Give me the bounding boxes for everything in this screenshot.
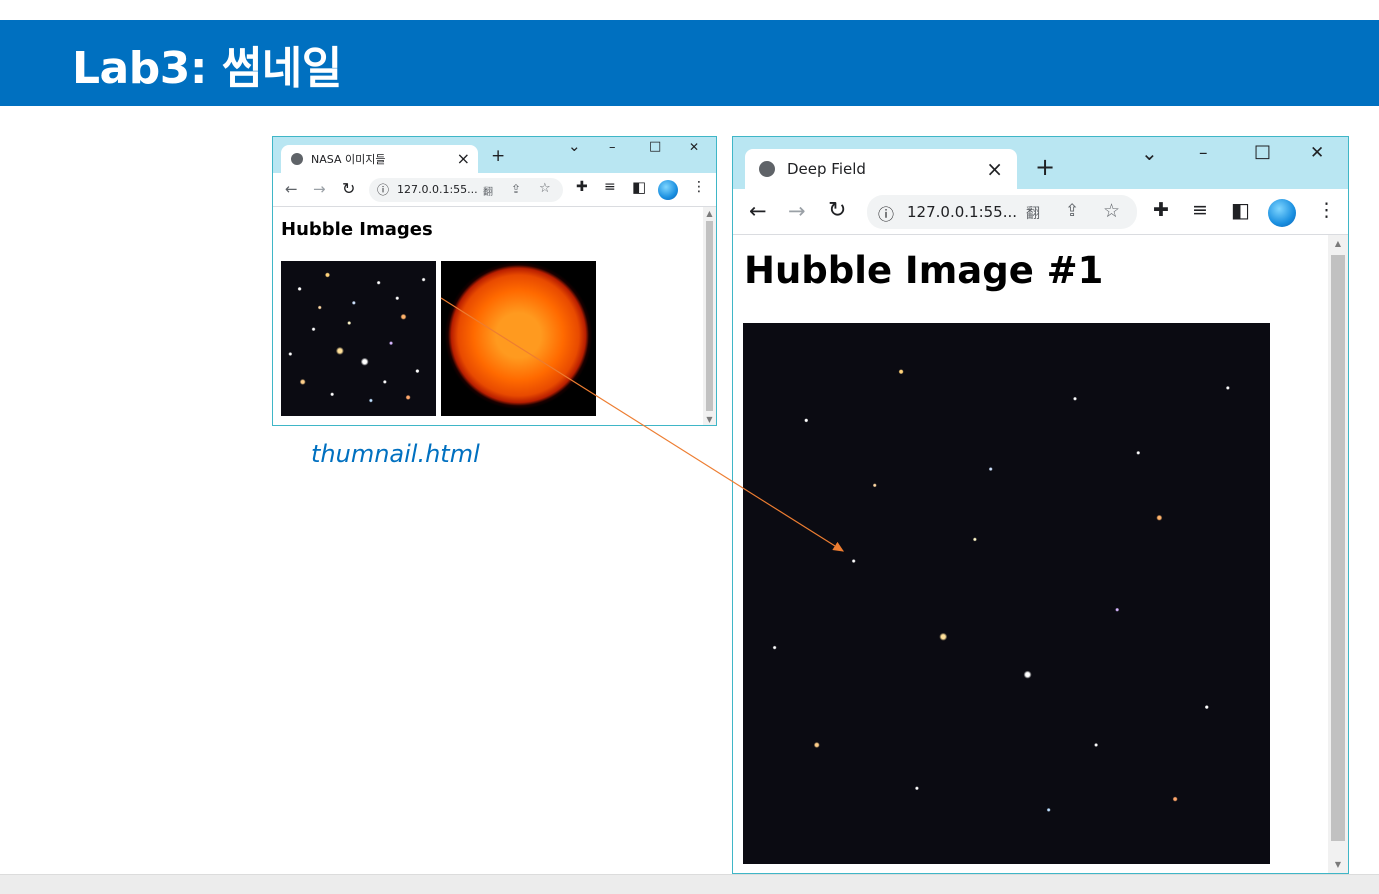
side-panel-icon[interactable]: ◧ — [632, 178, 646, 196]
slide: Lab3: 썸네일 NASA 이미지들 × + ⌄ – □ ✕ ← → ↻ ⓘ … — [0, 0, 1379, 894]
scrollbar-thumb[interactable] — [1331, 255, 1345, 841]
toolbar: ← → ↻ ⓘ 127.0.0.1:55... 翻 ⇪ ☆ ✚ ≡ ◧ ⋮ — [733, 189, 1348, 235]
globe-icon — [759, 161, 775, 177]
slide-title: Lab3: 썸네일 — [72, 43, 342, 94]
globe-icon — [291, 153, 303, 165]
scroll-up-arrow-icon[interactable]: ▲ — [1328, 239, 1348, 248]
close-icon[interactable]: ✕ — [689, 140, 699, 154]
tab-strip: NASA 이미지들 × + ⌄ – □ ✕ — [273, 137, 716, 173]
tab-close-icon[interactable]: × — [457, 149, 470, 168]
bookmark-star-icon[interactable]: ☆ — [539, 181, 551, 196]
side-panel-icon[interactable]: ◧ — [1231, 198, 1250, 222]
file-caption: thumnail.html — [311, 440, 480, 468]
back-arrow-icon[interactable]: ← — [749, 199, 767, 223]
tab-strip: Deep Field × + ⌄ – □ ✕ — [733, 137, 1348, 189]
scroll-down-arrow-icon[interactable]: ▼ — [1328, 860, 1348, 869]
profile-avatar[interactable] — [658, 180, 678, 200]
chevron-down-icon[interactable]: ⌄ — [1141, 141, 1158, 165]
sun-thumbnail-image[interactable] — [441, 261, 596, 416]
detail-browser-window: Deep Field × + ⌄ – □ ✕ ← → ↻ ⓘ 127.0.0.1… — [732, 136, 1349, 874]
profile-avatar[interactable] — [1268, 199, 1296, 227]
reload-icon[interactable]: ↻ — [342, 179, 355, 198]
reload-icon[interactable]: ↻ — [828, 198, 846, 223]
page-viewport: Hubble Images — [273, 207, 703, 425]
media-control-icon[interactable]: ≡ — [604, 179, 616, 195]
new-tab-button[interactable]: + — [491, 146, 505, 166]
page-heading: Hubble Image #1 — [744, 249, 1104, 292]
menu-icon[interactable]: ⋮ — [692, 179, 706, 195]
tab-deep-field[interactable]: Deep Field × — [745, 149, 1017, 189]
tab-title: Deep Field — [787, 160, 866, 178]
share-icon[interactable]: ⇪ — [1065, 201, 1079, 221]
address-bar[interactable]: ⓘ 127.0.0.1:55... 翻 ⇪ ☆ — [867, 195, 1137, 229]
chevron-down-icon[interactable]: ⌄ — [568, 137, 581, 155]
deep-field-image — [743, 323, 1270, 864]
bookmark-star-icon[interactable]: ☆ — [1103, 200, 1120, 222]
forward-arrow-icon[interactable]: → — [313, 180, 326, 198]
info-icon[interactable]: ⓘ — [377, 181, 389, 198]
back-arrow-icon[interactable]: ← — [285, 180, 298, 198]
minimize-icon[interactable]: – — [609, 140, 616, 155]
address-bar[interactable]: ⓘ 127.0.0.1:55... 翻 ⇪ ☆ — [369, 178, 563, 202]
toolbar: ← → ↻ ⓘ 127.0.0.1:55... 翻 ⇪ ☆ ✚ ≡ ◧ ⋮ — [273, 173, 716, 207]
page-viewport: Hubble Image #1 — [733, 235, 1329, 873]
page-heading: Hubble Images — [281, 219, 433, 240]
scrollbar-thumb[interactable] — [706, 221, 713, 411]
thumbnail-browser-window: NASA 이미지들 × + ⌄ – □ ✕ ← → ↻ ⓘ 127.0.0.1:… — [272, 136, 717, 426]
extensions-icon[interactable]: ✚ — [1153, 199, 1169, 221]
title-bar: Lab3: 썸네일 — [0, 20, 1379, 106]
tab-nasa-images[interactable]: NASA 이미지들 × — [281, 145, 478, 173]
forward-arrow-icon[interactable]: → — [788, 199, 806, 223]
tab-title: NASA 이미지들 — [311, 153, 386, 166]
tab-close-icon[interactable]: × — [986, 157, 1003, 181]
translate-icon[interactable]: 翻 — [1026, 203, 1040, 223]
info-icon[interactable]: ⓘ — [878, 201, 894, 225]
scroll-down-arrow-icon[interactable]: ▼ — [703, 415, 716, 424]
scroll-up-arrow-icon[interactable]: ▲ — [703, 209, 716, 218]
footer-strip — [0, 874, 1379, 894]
extensions-icon[interactable]: ✚ — [576, 179, 588, 195]
menu-icon[interactable]: ⋮ — [1317, 199, 1336, 221]
vertical-scrollbar[interactable]: ▲ ▼ — [1328, 235, 1348, 873]
close-icon[interactable]: ✕ — [1310, 143, 1324, 163]
maximize-icon[interactable]: □ — [1254, 141, 1271, 162]
share-icon[interactable]: ⇪ — [511, 182, 521, 196]
new-tab-button[interactable]: + — [1035, 153, 1055, 181]
address-text[interactable]: 127.0.0.1:55... — [397, 183, 478, 196]
minimize-icon[interactable]: – — [1199, 143, 1208, 163]
media-control-icon[interactable]: ≡ — [1192, 199, 1208, 221]
address-text[interactable]: 127.0.0.1:55... — [907, 203, 1017, 221]
deep-field-thumbnail-image[interactable] — [281, 261, 436, 416]
maximize-icon[interactable]: □ — [649, 139, 661, 154]
translate-icon[interactable]: 翻 — [483, 183, 493, 198]
vertical-scrollbar[interactable]: ▲ ▼ — [703, 207, 716, 425]
